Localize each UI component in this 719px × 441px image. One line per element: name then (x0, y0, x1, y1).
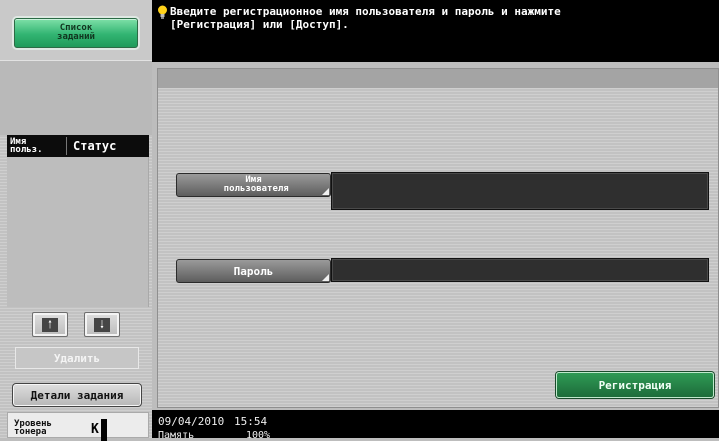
memory-label: Память (158, 430, 195, 441)
toner-level-indicator: Уровень тонера K (7, 412, 149, 441)
job-list[interactable] (7, 157, 149, 307)
scroll-up-button[interactable]: 🠑 (32, 312, 68, 337)
job-details-button[interactable]: Детали задания (12, 383, 142, 407)
column-separator (66, 137, 67, 155)
time-display: 15:54 (234, 415, 268, 428)
username-button-label: Имя пользователя (223, 175, 289, 194)
status-bar: 09/04/2010 15:54 Память 100% (152, 410, 719, 441)
delete-button[interactable]: Удалить (15, 347, 139, 369)
memory-value: 100% (246, 430, 271, 441)
job-list-button[interactable]: Список заданий (14, 18, 138, 48)
arrow-up-icon: 🠑 (42, 317, 58, 332)
column-header-user: Имя польз. (10, 137, 43, 155)
lightbulb-icon (158, 5, 167, 19)
corner-mark-icon (322, 274, 329, 281)
left-panel-shade (0, 60, 152, 135)
username-button[interactable]: Имя пользователя (176, 173, 331, 197)
toner-color-label: K (91, 422, 99, 437)
username-field[interactable] (331, 172, 709, 210)
date-display: 09/04/2010 (158, 415, 225, 428)
column-header-status: Статус (73, 139, 117, 153)
corner-mark-icon (322, 188, 329, 195)
password-field[interactable] (331, 258, 709, 282)
message-bar: Введите регистрационное имя пользователя… (152, 0, 719, 62)
password-button-label: Пароль (233, 264, 274, 278)
scroll-down-button[interactable]: 🠓 (84, 312, 120, 337)
login-panel-header (158, 69, 718, 89)
toner-level-label: Уровень тонера (14, 419, 52, 437)
instruction-text: Введите регистрационное имя пользователя… (170, 5, 561, 31)
password-button[interactable]: Пароль (176, 259, 331, 283)
login-panel: Имя пользователя Пароль Регистрация (157, 68, 719, 408)
job-list-column-header: Имя польз. Статус (7, 135, 149, 157)
login-button[interactable]: Регистрация (556, 372, 714, 398)
arrow-down-icon: 🠓 (94, 317, 110, 332)
